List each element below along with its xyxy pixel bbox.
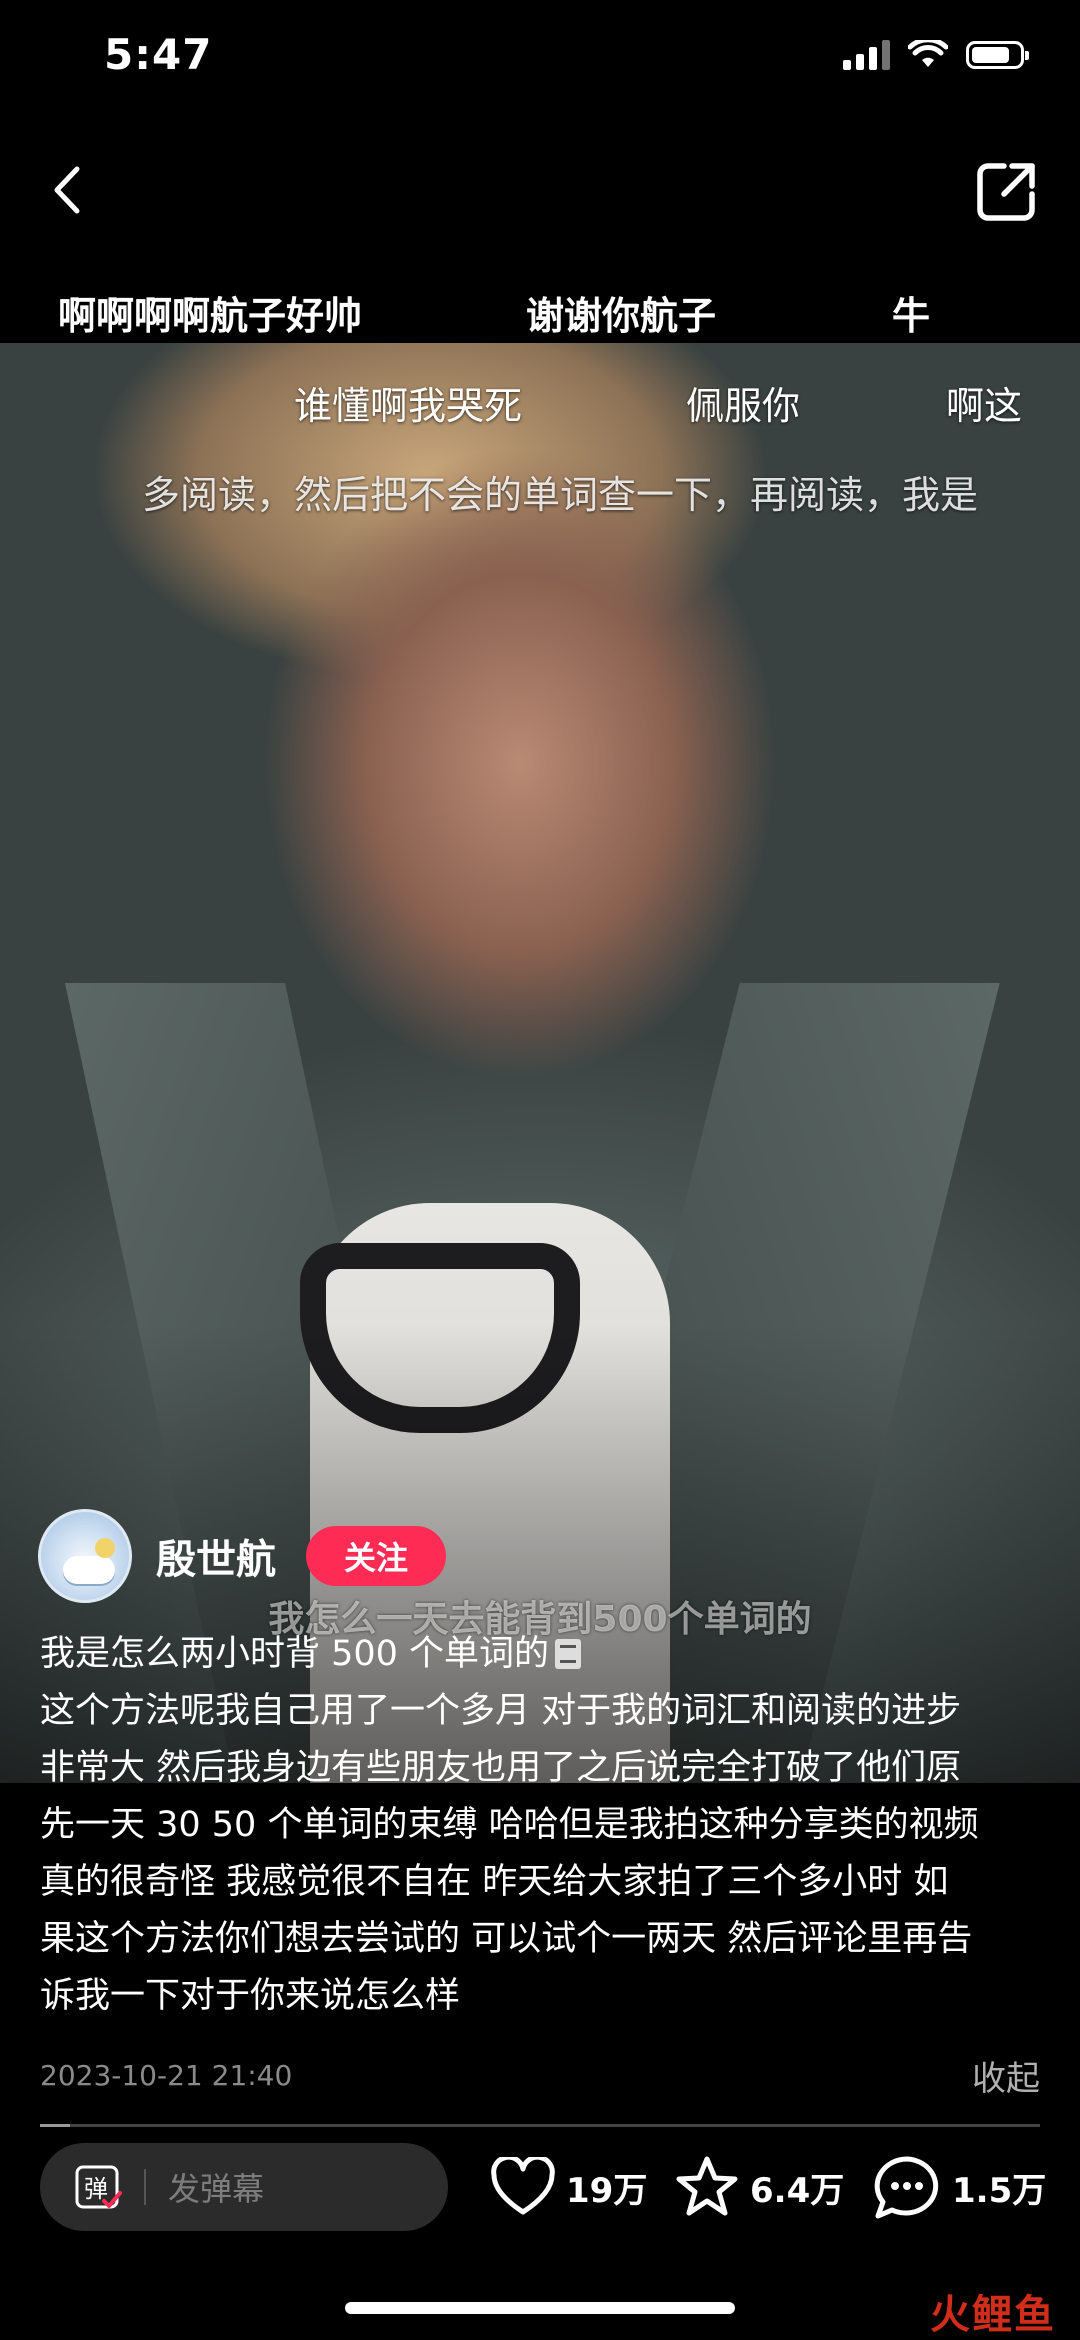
status-icons — [843, 40, 1029, 70]
danmaku-comment: 多阅读，然后把不会的单词查一下，再阅读，我是 — [142, 473, 979, 517]
heart-icon — [491, 2157, 555, 2215]
video-progress-fill — [40, 2124, 70, 2127]
caption-line: 这个方法呢我自己用了一个多月 对于我的词汇和阅读的进步 — [40, 1691, 962, 1731]
favorite-button[interactable]: 6.4万 — [674, 2143, 844, 2231]
meta-row: 2023-10-21 21:40 收起 — [40, 2050, 1040, 2100]
danmaku-comment: 谁懂啊我哭死 — [294, 384, 523, 428]
caption-line: 先一天 30 50 个单词的束缚 哈哈但是我拍这种分享类的视频 — [40, 1805, 979, 1845]
like-count: 19万 — [566, 2170, 648, 2211]
danmaku-comment: 啊这 — [946, 384, 1023, 428]
avatar[interactable] — [38, 1509, 132, 1603]
like-button[interactable]: 19万 — [490, 2143, 647, 2231]
danmaku-placeholder[interactable]: 发弹幕 — [168, 2164, 264, 2210]
comment-button[interactable]: 1.5万 — [872, 2143, 1046, 2231]
caption-line: 诉我一下对于你来说怎么样 — [40, 1976, 461, 2016]
home-indicator[interactable] — [345, 2302, 735, 2314]
caption-line: 真的很奇怪 我感觉很不自在 昨天给大家拍了三个多小时 如 — [40, 1862, 949, 1902]
chevron-left-icon — [54, 166, 80, 214]
bottom-action-bar: 弹 发弹幕 19万 6.4万 1.5万 — [0, 2140, 1080, 2240]
back-button[interactable] — [40, 150, 94, 230]
share-external-icon — [977, 163, 1035, 221]
caption-title: 我是怎么两小时背 500 个单词的 — [40, 1634, 550, 1674]
battery-icon — [966, 41, 1029, 69]
video-progress-bar[interactable] — [40, 2124, 1040, 2127]
caption-title-line: 我是怎么两小时背 500 个单词的 — [40, 1626, 1050, 1683]
video-caption: 我是怎么两小时背 500 个单词的 这个方法呢我自己用了一个多月 对于我的词汇和… — [40, 1626, 1050, 2025]
comment-bubble-icon — [874, 2156, 939, 2219]
danmaku-comment: 佩服你 — [686, 384, 801, 428]
notebook-icon — [555, 1639, 582, 1669]
danmaku-comment: 啊啊啊啊航子好帅 — [58, 294, 363, 338]
danmaku-comment: 谢谢你航子 — [526, 294, 717, 338]
wifi-icon — [908, 40, 948, 67]
cellular-signal-icon — [843, 40, 890, 70]
battery-level — [972, 47, 1009, 63]
watermark-logo: 火鲤鱼 — [930, 2292, 1056, 2338]
status-time: 5:47 — [104, 30, 213, 79]
caption-line: 非常大 然后我身边有些朋友也用了之后说完全打破了他们原 — [40, 1748, 962, 1788]
comment-count: 1.5万 — [952, 2170, 1047, 2211]
collapse-button[interactable]: 收起 — [972, 2051, 1040, 2100]
follow-button[interactable]: 关注 — [306, 1526, 446, 1586]
danmaku-box-icon: 弹 — [75, 2165, 122, 2209]
divider — [144, 2169, 146, 2205]
caption-line: 果这个方法你们想去尝试的 可以试个一两天 然后评论里再告 — [40, 1919, 973, 1959]
danmaku-input[interactable]: 弹 发弹幕 — [40, 2143, 448, 2231]
status-bar: 5:47 — [0, 0, 1080, 120]
danmaku-icon-label: 弹 — [84, 2175, 108, 2203]
star-icon — [676, 2156, 738, 2216]
favorite-count: 6.4万 — [750, 2170, 845, 2211]
author-name[interactable]: 殷世航 — [156, 1527, 276, 1585]
danmaku-toggle-icon[interactable]: 弹 — [74, 2163, 122, 2211]
share-button[interactable] — [974, 158, 1040, 224]
danmaku-comment: 牛 — [892, 294, 931, 338]
post-date: 2023-10-21 21:40 — [40, 2058, 293, 2092]
